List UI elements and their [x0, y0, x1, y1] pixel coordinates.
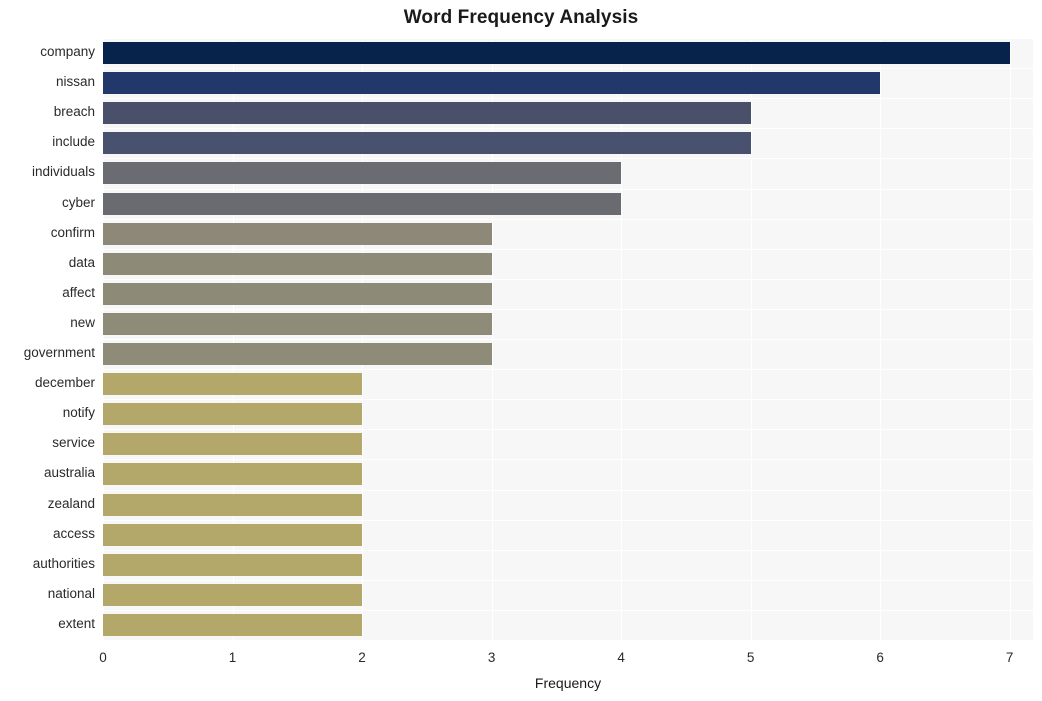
bar-cyber[interactable]: [103, 192, 622, 215]
y-tick-label-service: service: [52, 435, 95, 451]
bar-authorities[interactable]: [103, 553, 363, 576]
gridline-horizontal: [103, 68, 1033, 70]
y-tick-label-cyber: cyber: [61, 194, 95, 210]
chart-title: Word Frequency Analysis: [403, 7, 639, 28]
y-tick-label-company: company: [40, 44, 95, 60]
plot-area: [103, 38, 1033, 640]
bar-breach[interactable]: [103, 102, 751, 125]
bar-nissan[interactable]: [103, 72, 881, 95]
y-tick-label-nissan: nissan: [55, 74, 95, 90]
gridline-horizontal: [103, 429, 1033, 431]
x-tick-label-3: 3: [487, 650, 496, 665]
y-tick-label-australia: australia: [43, 465, 95, 481]
bar-company[interactable]: [103, 42, 1010, 65]
gridline-horizontal: [103, 98, 1033, 100]
gridline-horizontal: [103, 218, 1033, 220]
bar-confirm[interactable]: [103, 222, 492, 245]
y-tick-label-include: include: [52, 134, 95, 150]
y-tick-label-national: national: [47, 585, 95, 601]
y-tick-label-december: december: [34, 375, 95, 391]
bar-national[interactable]: [103, 583, 363, 606]
bar-new[interactable]: [103, 312, 492, 335]
gridline-horizontal: [103, 489, 1033, 491]
gridline-horizontal: [103, 278, 1033, 280]
y-tick-label-zealand: zealand: [47, 495, 95, 511]
gridline-horizontal: [103, 339, 1033, 340]
gridline-horizontal: [103, 519, 1033, 521]
x-tick-label-2: 2: [358, 650, 366, 665]
bar-data[interactable]: [103, 252, 492, 275]
bar-zealand[interactable]: [103, 493, 363, 516]
gridline-horizontal: [103, 188, 1033, 190]
y-tick-label-extent: extent: [58, 615, 95, 631]
gridline-horizontal: [103, 38, 1033, 39]
bar-individuals[interactable]: [103, 162, 622, 185]
x-tick-label-5: 5: [746, 650, 755, 665]
y-tick-label-data: data: [68, 254, 95, 270]
gridline-horizontal: [103, 549, 1033, 551]
y-tick-label-government: government: [23, 345, 95, 361]
gridline-horizontal: [103, 459, 1033, 461]
bar-access[interactable]: [103, 523, 363, 546]
y-tick-label-authorities: authorities: [32, 555, 95, 571]
gridline-horizontal: [103, 158, 1033, 160]
x-tick-label-7: 7: [1005, 650, 1014, 665]
gridline-horizontal: [103, 248, 1033, 250]
gridline-horizontal: [103, 308, 1033, 310]
bar-include[interactable]: [103, 132, 751, 155]
y-tick-label-individuals: individuals: [31, 164, 95, 180]
y-tick-label-notify: notify: [62, 405, 95, 421]
y-tick-label-breach: breach: [53, 104, 95, 120]
bar-government[interactable]: [103, 343, 492, 366]
gridline-horizontal: [103, 369, 1033, 371]
y-tick-label-access: access: [52, 525, 95, 541]
y-tick-label-affect: affect: [62, 284, 95, 300]
bar-extent[interactable]: [103, 613, 363, 636]
x-tick-label-1: 1: [228, 650, 237, 665]
chart-figure: Word Frequency Analysis company nissan bre…: [0, 0, 1042, 701]
x-tick-label-6: 6: [876, 650, 884, 665]
y-tick-label-new: new: [70, 314, 95, 330]
gridline-horizontal: [103, 399, 1033, 401]
x-tick-label-4: 4: [617, 650, 625, 665]
x-axis-label: Frequency: [534, 675, 602, 691]
bar-december[interactable]: [103, 373, 363, 396]
x-tick-label-0: 0: [99, 650, 107, 665]
gridline-horizontal: [103, 128, 1033, 130]
gridline-horizontal: [103, 609, 1033, 611]
y-tick-label-confirm: confirm: [50, 224, 95, 240]
bar-affect[interactable]: [103, 282, 492, 305]
gridline-horizontal: [103, 579, 1033, 581]
bar-australia[interactable]: [103, 463, 363, 486]
bar-notify[interactable]: [103, 403, 363, 426]
bar-service[interactable]: [103, 433, 363, 456]
